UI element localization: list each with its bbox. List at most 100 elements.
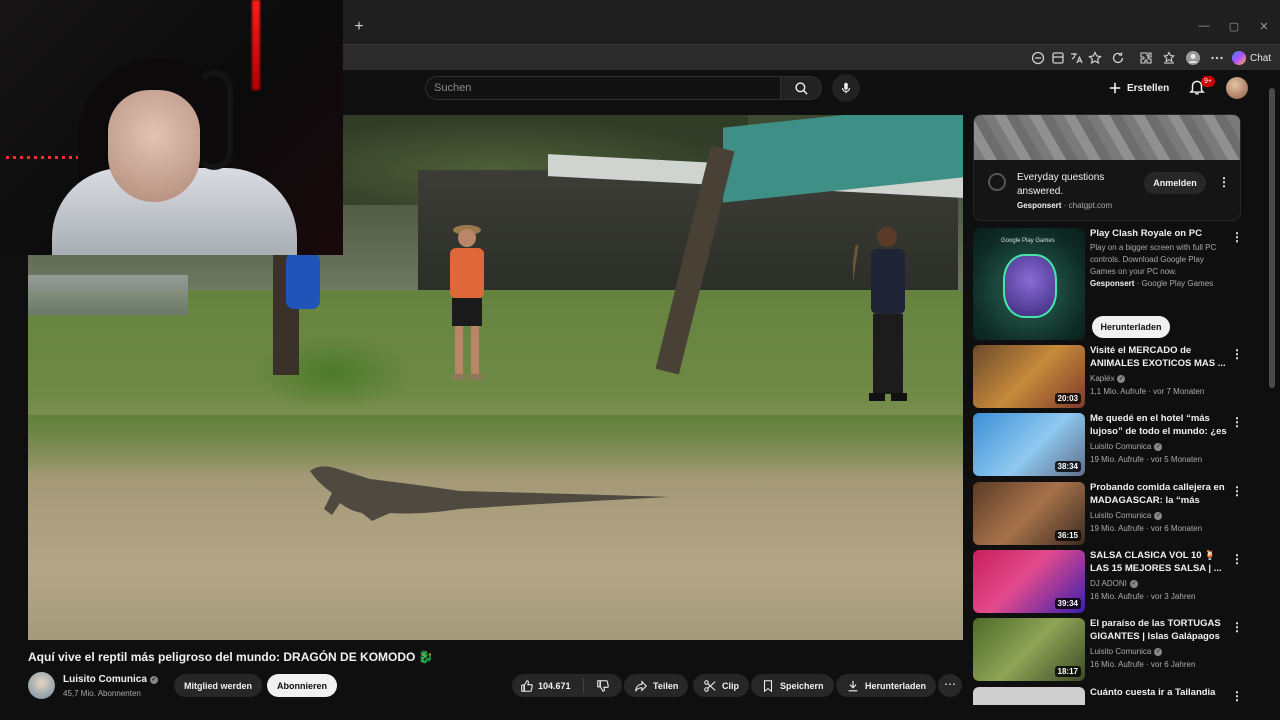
verified-icon: ✓ [149,675,158,684]
list-item[interactable]: 20:03 Visité el MERCADO de ANIMALES EXOT… [973,345,1243,409]
user-avatar[interactable] [1226,77,1248,99]
channel-avatar[interactable] [28,672,55,699]
webcam-red-light [252,0,260,90]
video-channel-text: Luisito Comunica [1090,511,1152,520]
like-count: 104.671 [538,680,571,691]
scrollbar-thumb[interactable] [1269,88,1275,388]
promo-sponsored-label: Gesponsert [1090,279,1135,288]
video-channel-text: Kapléx [1090,374,1115,383]
collections-icon[interactable] [1161,50,1177,66]
verified-icon: ✓ [1117,374,1126,383]
microphone-icon [841,82,851,94]
video-channel[interactable]: Luisito Comunica ✓ [1090,511,1163,520]
video-channel[interactable]: Kapléx ✓ [1090,374,1126,383]
promo-sponsor-line: Gesponsert · Google Play Games [1090,279,1214,288]
share-label: Teilen [653,680,679,691]
video-channel[interactable]: DJ ADONI ✓ [1090,579,1138,588]
page-scrollbar[interactable] [1268,80,1276,700]
maximize-icon[interactable]: ▢ [1224,20,1244,33]
clip-label: Clip [722,680,739,691]
promo-title[interactable]: Play Clash Royale on PC [1090,228,1230,239]
video-thumbnail[interactable]: 38:34 [973,413,1085,476]
share-button[interactable]: Teilen [624,674,689,697]
search-button[interactable] [780,76,822,100]
video-channel-text: DJ ADONI [1090,579,1127,588]
video-thumbnail[interactable] [973,687,1085,705]
like-dislike-group: 104.671 [512,674,622,697]
screen: + — ▢ ✕ Chat Suchen Erstellen 9+ Aquí vi… [0,0,1280,720]
profile-avatar-icon[interactable] [1185,50,1201,66]
video-thumbnail[interactable]: 39:34 [973,550,1085,613]
save-button[interactable]: Speichern [751,674,834,697]
save-label: Speichern [780,680,824,691]
video-duration: 39:34 [1054,598,1081,609]
video-channel-text: Luisito Comunica [1090,442,1152,451]
sponsored-ad-card[interactable]: Everyday questions answered. Gesponsert … [973,114,1241,221]
refresh-icon[interactable] [1110,50,1126,66]
video-title[interactable]: Cuánto cuesta ir a Tailandia [1090,687,1230,700]
scissors-icon [704,679,716,692]
ad-menu-icon[interactable]: ⋮ [1218,175,1230,189]
join-button[interactable]: Mitglied werden [174,674,263,697]
dislike-button[interactable] [584,679,622,693]
close-window-icon[interactable]: ✕ [1254,20,1274,33]
video-title[interactable]: Visité el MERCADO de ANIMALES EXOTICOS M… [1090,345,1230,370]
search-input[interactable]: Suchen [425,76,781,100]
video-duration: 36:15 [1054,530,1081,541]
download-icon [848,680,858,691]
app-icon[interactable] [1050,50,1066,66]
search-icon [794,81,808,95]
favorite-star-icon[interactable] [1087,50,1103,66]
more-actions-button[interactable]: ⋯ [938,674,962,697]
video-menu-icon[interactable]: ⋮ [1231,484,1243,498]
promo-download-button[interactable]: Herunterladen [1092,316,1170,338]
create-button[interactable]: Erstellen [1108,78,1169,98]
ad-signin-button[interactable]: Anmelden [1144,172,1206,194]
video-title[interactable]: Probando comida callejera en MADAGASCAR:… [1090,482,1230,507]
streamer-webcam [0,0,343,255]
subscribe-button[interactable]: Abonnieren [267,674,338,697]
thumbs-down-icon [597,679,609,692]
voice-search-button[interactable] [832,74,860,102]
promo-thumbnail[interactable]: Google Play Games [973,228,1085,340]
list-item[interactable]: 18:17 El paraíso de las TORTUGAS GIGANTE… [973,618,1243,682]
video-thumbnail[interactable]: 36:15 [973,482,1085,545]
dragon-emoji-icon: 🐉 [418,650,434,664]
video-menu-icon[interactable]: ⋮ [1231,552,1243,566]
video-menu-icon[interactable]: ⋮ [1231,620,1243,634]
share-icon [635,679,647,692]
video-channel[interactable]: Luisito Comunica ✓ [1090,647,1163,656]
promo-menu-icon[interactable]: ⋮ [1231,230,1243,244]
channel-name[interactable]: Luisito Comunica ✓ [63,674,158,685]
video-menu-icon[interactable]: ⋮ [1231,347,1243,361]
menu-dots-icon[interactable] [1209,50,1225,66]
reading-mode-icon[interactable] [1030,50,1046,66]
translate-icon[interactable] [1068,50,1084,66]
video-menu-icon[interactable]: ⋮ [1231,689,1241,703]
extensions-icon[interactable] [1138,50,1154,66]
list-item[interactable]: 38:34 Me quedé en el hotel “más lujoso” … [973,413,1243,477]
list-item[interactable]: 39:34 SALSA CLASICA VOL 10 🍹 LAS 15 MEJO… [973,550,1243,614]
list-item[interactable]: 36:15 Probando comida callejera en MADAG… [973,482,1243,546]
download-label: Herunterladen [865,680,927,691]
verified-icon: ✓ [1154,647,1163,656]
video-title[interactable]: SALSA CLASICA VOL 10 🍹 LAS 15 MEJORES SA… [1090,550,1230,575]
minimize-icon[interactable]: — [1194,20,1214,32]
webcam-headset [195,70,233,170]
list-item[interactable]: Cuánto cuesta ir a Tailandia ⋮ [973,687,1241,705]
video-title[interactable]: Me quedé en el hotel “más lujoso” de tod… [1090,413,1230,438]
download-button[interactable]: Herunterladen [836,674,937,697]
copilot-chat-button[interactable]: Chat [1232,49,1271,67]
bookmark-icon [763,679,773,692]
like-button[interactable]: 104.671 [512,678,584,693]
promo-thumb-text: Google Play Games [1001,238,1055,244]
video-meta: 19 Mio. Aufrufe · vor 5 Monaten [1090,455,1203,464]
video-channel[interactable]: Luisito Comunica ✓ [1090,442,1163,451]
video-thumbnail[interactable]: 18:17 [973,618,1085,681]
clip-button[interactable]: Clip [693,674,749,697]
video-title[interactable]: El paraíso de las TORTUGAS GIGANTES | Is… [1090,618,1230,643]
video-thumbnail[interactable]: 20:03 [973,345,1085,408]
video-meta: 19 Mio. Aufrufe · vor 6 Monaten [1090,524,1203,533]
video-menu-icon[interactable]: ⋮ [1231,415,1243,429]
new-tab-button[interactable]: + [350,18,368,36]
